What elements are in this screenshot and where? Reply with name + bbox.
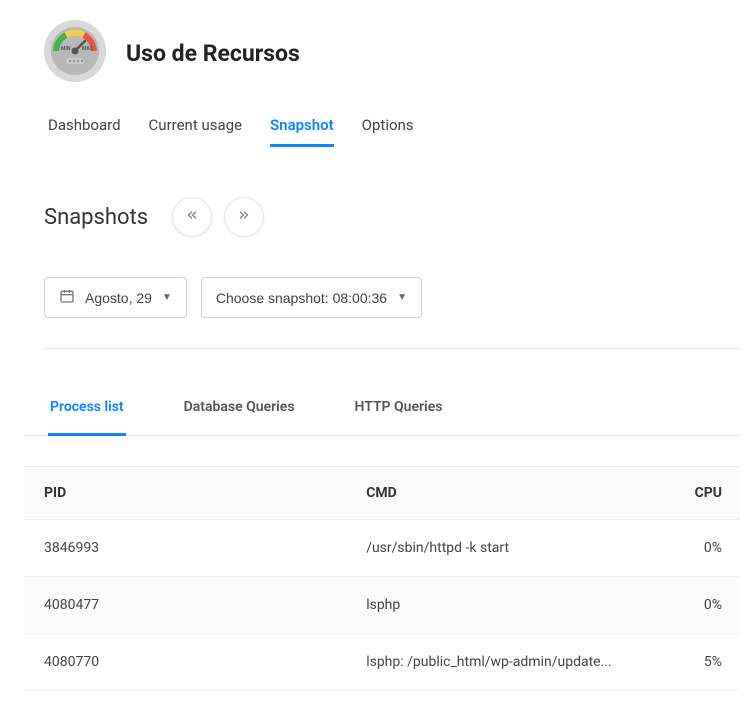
subtab-process-list[interactable]: Process list [48, 389, 126, 436]
table-header-row: PID CMD CPU [24, 467, 740, 520]
caret-down-icon: ▼ [162, 292, 172, 303]
prev-button[interactable] [172, 197, 212, 237]
tab-current-usage[interactable]: Current usage [149, 116, 242, 147]
section-title: Snapshots [44, 205, 148, 230]
cell-cpu: 0% [668, 577, 740, 634]
cell-pid: 4080770 [24, 634, 346, 691]
table-row: 3846993 /usr/sbin/httpd -k start 0% [24, 520, 740, 577]
section-header: Snapshots [24, 197, 740, 237]
col-pid[interactable]: PID [24, 467, 346, 520]
chevron-double-left-icon [185, 208, 199, 226]
date-picker[interactable]: Agosto, 29 ▼ [44, 277, 187, 318]
table-row: 4080477 lsphp 0% [24, 577, 740, 634]
cell-cmd: lsphp [346, 577, 668, 634]
subtab-http-queries[interactable]: HTTP Queries [353, 389, 445, 436]
subtab-database-queries[interactable]: Database Queries [182, 389, 297, 436]
svg-text:MIN: MIN [61, 46, 71, 52]
divider [44, 348, 740, 349]
caret-down-icon: ▼ [397, 292, 407, 303]
snapshot-picker[interactable]: Choose snapshot: 08:00:36 ▼ [201, 277, 422, 318]
sub-tabs: Process list Database Queries HTTP Queri… [24, 389, 740, 436]
calendar-icon [59, 288, 75, 307]
table-row: 4080770 lsphp: /public_html/wp-admin/upd… [24, 634, 740, 691]
cell-pid: 4080477 [24, 577, 346, 634]
col-cmd[interactable]: CMD [346, 467, 668, 520]
cell-cmd: lsphp: /public_html/wp-admin/update... [346, 634, 668, 691]
tab-snapshot[interactable]: Snapshot [270, 116, 334, 147]
main-tabs: Dashboard Current usage Snapshot Options [24, 116, 740, 147]
svg-text:MAX: MAX [82, 46, 94, 52]
col-cpu[interactable]: CPU [668, 467, 740, 520]
page-title: Uso de Recursos [126, 40, 300, 67]
date-picker-label: Agosto, 29 [85, 290, 152, 306]
cell-pid: 3846993 [24, 520, 346, 577]
next-button[interactable] [224, 197, 264, 237]
snapshot-picker-label: Choose snapshot: 08:00:36 [216, 290, 387, 306]
cell-cmd: /usr/sbin/httpd -k start [346, 520, 668, 577]
tab-options[interactable]: Options [362, 116, 414, 147]
page-header: MIN MAX Uso de Recursos [24, 20, 740, 86]
cell-cpu: 0% [668, 520, 740, 577]
controls-row: Agosto, 29 ▼ Choose snapshot: 08:00:36 ▼ [24, 277, 740, 318]
cell-cpu: 5% [668, 634, 740, 691]
gauge-icon: MIN MAX [44, 20, 106, 86]
tab-dashboard[interactable]: Dashboard [48, 116, 121, 147]
chevron-double-right-icon [237, 208, 251, 226]
process-table: PID CMD CPU 3846993 /usr/sbin/httpd -k s… [24, 466, 740, 691]
